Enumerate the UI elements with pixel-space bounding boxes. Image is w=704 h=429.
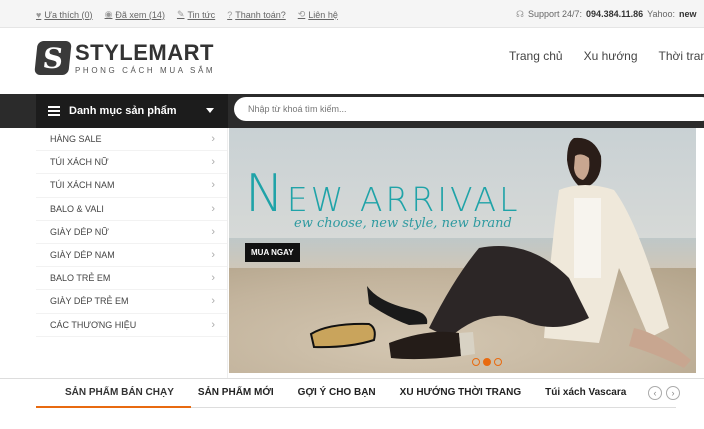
model-hand: [629, 328, 691, 368]
category-menu-label: Danh mục sản phẩm: [69, 105, 177, 117]
category-item[interactable]: GIÀY DÉP NỮ ›: [36, 221, 227, 244]
chevron-right-icon: ›: [211, 202, 215, 215]
category-item-label: BALO TRẺ EM: [50, 273, 111, 284]
tab-new-products[interactable]: SẢN PHẨM MỚI: [198, 387, 274, 398]
model-boot-trim: [459, 332, 475, 356]
chevron-right-icon: ›: [211, 318, 215, 331]
prev-arrow-icon[interactable]: ‹: [648, 386, 662, 400]
support-info: ☊ Support 24/7: 094.384.11.86 Yahoo: new: [516, 9, 696, 20]
slider-dot[interactable]: [472, 358, 480, 366]
tab-arrows: ‹ ›: [648, 386, 680, 400]
chevron-right-icon: ›: [211, 133, 215, 146]
slider-dots: [472, 358, 502, 366]
logo-mark: S: [34, 41, 72, 75]
heart-icon: ♥: [36, 9, 42, 20]
hero-banner[interactable]: NEW ARRIVAL ew choose, new style, new br…: [229, 128, 696, 373]
next-arrow-icon[interactable]: ›: [666, 386, 680, 400]
category-item-label: HÀNG SALE: [50, 134, 102, 145]
shoe-black: [367, 286, 428, 325]
category-item-label: TÚI XÁCH NAM: [50, 180, 115, 191]
edit-icon: ✎: [176, 9, 185, 19]
category-item[interactable]: TÚI XÁCH NAM ›: [36, 174, 227, 198]
category-item[interactable]: BALO TRẺ EM ›: [36, 267, 227, 291]
product-tabs-bar: [0, 378, 704, 429]
yahoo-label: Yahoo:: [647, 9, 675, 19]
logo-tagline: PHONG CÁCH MUA SẮM: [75, 65, 216, 75]
support-phone: 094.384.11.86: [586, 9, 644, 19]
tab-best-sellers[interactable]: SẢN PHẨM BÁN CHẠY: [65, 387, 174, 398]
chevron-right-icon: ›: [211, 272, 215, 285]
category-item[interactable]: CÁC THƯƠNG HIỆU ›: [36, 314, 227, 337]
category-item-label: GIÀY DÉP NAM: [50, 250, 115, 261]
active-tab-indicator: [36, 406, 191, 408]
contact-label: Liên hệ: [308, 9, 338, 20]
header: S STYLEMART PHONG CÁCH MUA SẮM Trang chủ…: [0, 28, 704, 94]
slider-dot[interactable]: [494, 358, 502, 366]
tab-fashion-trends[interactable]: XU HƯỚNG THỜI TRANG: [400, 387, 521, 398]
category-item[interactable]: GIÀY DÉP NAM ›: [36, 244, 227, 268]
viewed-label: Đã xem (14): [115, 9, 165, 20]
category-item-label: BALO & VALI: [50, 203, 104, 214]
chevron-right-icon: ›: [211, 179, 215, 192]
caret-down-icon: [206, 108, 214, 113]
shoe-gold: [311, 323, 375, 348]
eye-icon: ◉: [104, 9, 113, 19]
model-boot: [389, 331, 461, 360]
category-menu-button[interactable]: Danh mục sản phẩm: [36, 94, 228, 128]
headset-icon: ☊: [516, 9, 524, 19]
payment-label: Thanh toán?: [235, 9, 286, 20]
chevron-right-icon: ›: [211, 249, 215, 262]
category-item-label: GIÀY DÉP NỮ: [50, 226, 109, 237]
banner-title-initial: N: [245, 164, 287, 224]
banner-title: NEW ARRIVAL: [245, 168, 521, 220]
buy-now-button[interactable]: MUA NGAY: [245, 243, 300, 262]
model-top: [574, 198, 601, 278]
category-item[interactable]: HÀNG SALE ›: [36, 128, 227, 152]
top-bar: ♥ Ưa thích (0) ◉ Đã xem (14) ✎ Tin tức ? Tha…: [0, 0, 704, 28]
wishlist-link[interactable]: ♥ Ưa thích (0): [36, 9, 93, 20]
category-item-label: GIÀY DÉP TRẺ EM: [50, 296, 129, 307]
category-item[interactable]: TÚI XÁCH NỮ ›: [36, 151, 227, 175]
chevron-right-icon: ›: [211, 225, 215, 238]
category-item[interactable]: BALO & VALI ›: [36, 198, 227, 221]
search-input[interactable]: Nhập từ khoá tìm kiếm...: [234, 97, 704, 121]
slider-dot-active[interactable]: [483, 358, 491, 366]
nav-item-fashion[interactable]: Thời trang: [659, 49, 704, 63]
logo-text: STYLEMART PHONG CÁCH MUA SẮM: [75, 39, 216, 75]
product-tabs: SẢN PHẨM BÁN CHẠY SẢN PHẨM MỚI GỢI Ý CHO…: [65, 387, 626, 398]
wishlist-label: Ưa thích (0): [44, 9, 93, 20]
category-item-label: CÁC THƯƠNG HIỆU: [50, 319, 137, 330]
site-logo[interactable]: S STYLEMART PHONG CÁCH MUA SẮM: [34, 39, 216, 75]
logo-name: STYLEMART: [75, 39, 214, 65]
chevron-right-icon: ›: [211, 295, 215, 308]
tab-suggestions[interactable]: GỢI Ý CHO BẠN: [298, 387, 376, 398]
category-list: HÀNG SALE › TÚI XÁCH NỮ › TÚI XÁCH NAM › BA…: [36, 128, 228, 378]
yahoo-value: new: [678, 9, 697, 19]
contact-link[interactable]: ⟲ Liên hệ: [298, 9, 338, 20]
category-item[interactable]: GIÀY DÉP TRẺ EM ›: [36, 290, 227, 314]
main-nav: Trang chủ Xu hướng Thời trang: [509, 49, 704, 63]
nav-item-trends[interactable]: Xu hướng: [584, 49, 638, 63]
help-icon: ?: [227, 9, 233, 20]
tab-vascara-bags[interactable]: Túi xách Vascara: [545, 387, 626, 398]
banner-subtitle: ew choose, new style, new brand: [294, 216, 512, 231]
support-label: Support 24/7:: [528, 9, 583, 19]
payment-link[interactable]: ? Thanh toán?: [227, 9, 286, 20]
banner-title-rest: EW ARRIVAL: [286, 180, 521, 219]
viewed-link[interactable]: ◉ Đã xem (14): [105, 9, 165, 20]
nav-item-home[interactable]: Trang chủ: [509, 49, 563, 63]
top-links: ♥ Ưa thích (0) ◉ Đã xem (14) ✎ Tin tức ? Tha…: [36, 9, 338, 20]
refresh-icon: ⟲: [297, 9, 306, 19]
news-link[interactable]: ✎ Tin tức: [177, 9, 215, 20]
chevron-right-icon: ›: [211, 156, 215, 169]
category-item-label: TÚI XÁCH NỮ: [50, 157, 109, 168]
news-label: Tin tức: [187, 9, 216, 20]
menu-icon: [48, 106, 60, 116]
